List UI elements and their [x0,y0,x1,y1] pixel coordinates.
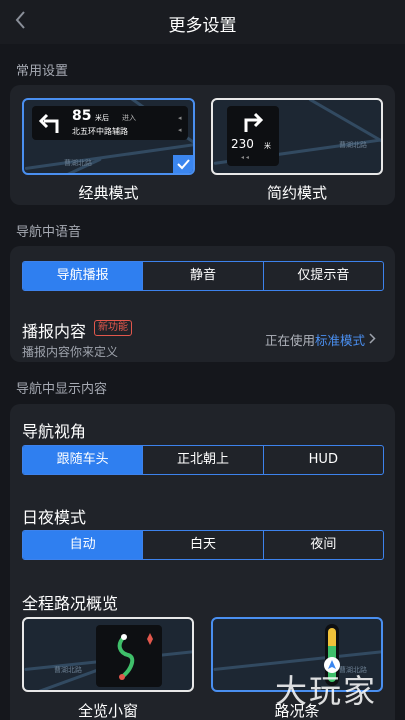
broadcast-mode-link[interactable]: 正在使用 标准模式 [265,330,376,349]
classic-unit: 米后 [95,114,109,122]
simple-distance: 230 [231,137,254,151]
overview-small-window-preview[interactable]: 曹湖北路 [22,617,194,692]
section-label-common: 常用设置 [16,64,69,79]
voice-option-mute[interactable]: 静音 [143,262,264,290]
simple-unit: 米 [264,142,271,150]
sound-icon: ◂ [178,114,182,122]
route-line-icon [117,633,153,680]
classic-mode-label[interactable]: 经典模式 [22,182,195,203]
sound-icon: ◂ [178,126,182,134]
page-title: 更多设置 [168,16,237,36]
broadcast-content-desc: 播报内容你来定义 [22,345,119,359]
daynight-option-day[interactable]: 白天 [143,531,264,559]
day-night-title: 日夜模式 [22,508,87,527]
sound-icon: ◂ ◂ [241,154,249,161]
simple-mode-label[interactable]: 简约模式 [211,182,383,203]
view-angle-segmented-control: 跟随车头 正北朝上 HUD [22,445,384,475]
section-label-display: 导航中显示内容 [16,382,108,397]
overview-title: 全程路况概览 [22,594,119,613]
voice-option-broadcast[interactable]: 导航播报 [23,262,144,290]
map-road-label: 曹湖北路 [64,159,92,167]
simple-mode-preview[interactable]: 曹湖北路 230 米 ◂ ◂ [211,98,383,175]
classic-distance: 85 [72,108,92,124]
view-option-north-up[interactable]: 正北朝上 [143,446,264,474]
watermark-logo: 大玩家 [275,672,378,710]
overview-route-panel [96,625,162,687]
section-label-voice: 导航中语音 [16,225,82,240]
voice-segmented-control: 导航播报 静音 仅提示音 [22,261,384,291]
turn-left-arrow-icon [38,111,62,139]
view-option-follow-heading[interactable]: 跟随车头 [23,446,144,474]
classic-road: 北五环中路辅路 [72,127,128,136]
new-feature-badge: 新功能 [94,320,132,336]
chevron-right-icon [369,332,376,347]
turn-right-arrow-icon [241,111,265,137]
daynight-option-night[interactable]: 夜间 [264,531,383,559]
simple-guide-panel: 230 米 ◂ ◂ [227,106,279,166]
selected-check-icon [173,155,193,173]
classic-enter: 进入 [122,114,136,122]
using-prefix: 正在使用 [265,333,316,348]
classic-mode-preview[interactable]: 曹湖北路 85 米后 进入 北五环中路辅路 ◂ ◂ [22,98,195,175]
voice-option-tone-only[interactable]: 仅提示音 [264,262,383,290]
view-angle-title: 导航视角 [22,422,87,441]
day-night-segmented-control: 自动 白天 夜间 [22,530,384,560]
classic-guide-panel: 85 米后 进入 北五环中路辅路 ◂ ◂ [32,106,188,140]
map-road-label: 曹湖北路 [54,666,82,674]
daynight-option-auto[interactable]: 自动 [23,531,144,559]
map-road-label: 曹湖北路 [339,141,367,149]
view-option-hud[interactable]: HUD [264,446,383,474]
using-mode: 标准模式 [315,333,366,348]
broadcast-content-title: 播报内容 [22,322,87,341]
overview-small-window-label[interactable]: 全览小窗 [22,700,194,720]
